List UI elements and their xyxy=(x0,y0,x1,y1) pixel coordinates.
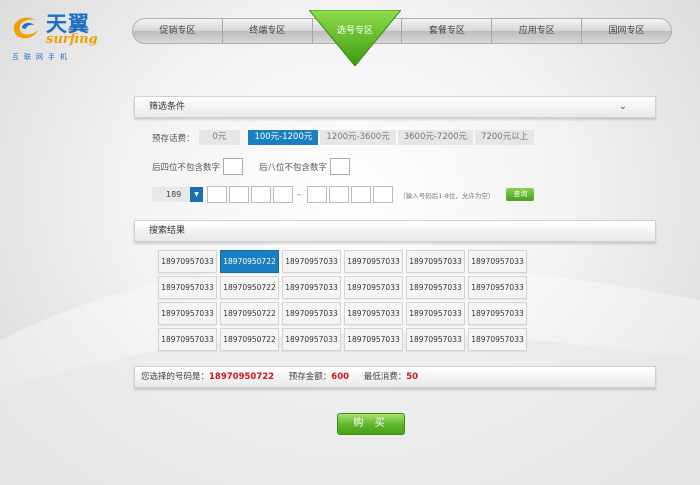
digit-input-2[interactable] xyxy=(229,186,249,203)
number-cell[interactable]: 18970957033 xyxy=(406,276,465,299)
number-cell[interactable]: 18970957033 xyxy=(158,276,217,299)
deposit-value: 600 xyxy=(331,372,350,382)
separator-dash: – xyxy=(297,189,302,200)
number-pattern-row: 189 ▼ – （输入号码后1-8位，允许为空） 查询 xyxy=(152,186,535,203)
number-cell[interactable]: 18970957033 xyxy=(406,302,465,325)
number-cell[interactable]: 18970957033 xyxy=(344,302,403,325)
price-option-3[interactable]: 3600元-7200元 xyxy=(397,130,474,145)
last4-exclude-input[interactable] xyxy=(223,158,244,175)
digit-input-5[interactable] xyxy=(307,186,328,203)
number-cell[interactable]: 18970957033 xyxy=(282,328,341,351)
number-cell[interactable]: 18970957033 xyxy=(406,250,465,273)
chevron-down-icon[interactable]: ⌄ xyxy=(619,97,627,117)
input-hint: （输入号码后1-8位，允许为空） xyxy=(399,191,495,200)
number-cell[interactable]: 18970957033 xyxy=(344,250,403,273)
number-cell[interactable]: 18970957033 xyxy=(282,276,341,299)
min-spend-label: 最低消费： xyxy=(363,372,407,382)
price-option-2[interactable]: 1200元-3600元 xyxy=(320,130,396,145)
prefix-select[interactable]: 189 ▼ xyxy=(152,187,203,202)
number-cell[interactable]: 18970957033 xyxy=(468,302,527,325)
digit-input-7[interactable] xyxy=(351,186,372,203)
number-cell[interactable]: 18970957033 xyxy=(282,250,341,273)
price-label: 预存话费： xyxy=(152,133,195,144)
results-header: 搜索结果 xyxy=(134,220,656,242)
selection-summary: 您选择的号码是：18970950722 预存金额：600 最低消费：50 xyxy=(134,366,656,388)
nav-tab-promotions[interactable]: 促销专区 xyxy=(133,19,223,43)
number-cell[interactable]: 18970957033 xyxy=(468,250,527,273)
number-cell[interactable]: 18970957033 xyxy=(406,328,465,351)
price-option-0[interactable]: 0元 xyxy=(198,130,241,145)
number-cell[interactable]: 18970957033 xyxy=(158,328,217,351)
digit-input-6[interactable] xyxy=(329,186,350,203)
last8-label: 后八位不包含数字 xyxy=(259,162,328,173)
nav-tab-apps[interactable]: 应用专区 xyxy=(492,19,583,43)
number-cell[interactable]: 18970957033 xyxy=(158,250,217,273)
brand-logo[interactable]: 天翼 surfing 互联网手机 xyxy=(10,8,120,61)
nav-active-label[interactable]: 选号专区 xyxy=(309,18,401,44)
prefix-value: 189 xyxy=(152,187,190,202)
number-cell[interactable]: 18970950722 xyxy=(220,302,279,325)
nav-tab-devices[interactable]: 终端专区 xyxy=(223,19,313,43)
exclude-digits-row: 后四位不包含数字 后八位不包含数字 xyxy=(152,158,351,175)
nav-tab-national[interactable]: 国网专区 xyxy=(582,19,671,43)
triangle-down-icon[interactable]: ▼ xyxy=(190,187,203,202)
number-cell[interactable]: 18970950722 xyxy=(220,250,279,273)
number-cell[interactable]: 18970957033 xyxy=(158,302,217,325)
price-option-4[interactable]: 7200元以上 xyxy=(475,130,535,145)
number-cell[interactable]: 18970957033 xyxy=(344,328,403,351)
filter-title: 筛选条件 xyxy=(149,102,186,112)
nav-tab-plans[interactable]: 套餐专区 xyxy=(402,19,493,43)
price-option-1[interactable]: 100元-1200元 xyxy=(248,130,319,145)
number-cell[interactable]: 18970957033 xyxy=(282,302,341,325)
digit-input-1[interactable] xyxy=(207,186,227,203)
number-cell[interactable]: 18970950722 xyxy=(220,328,279,351)
number-cell[interactable]: 18970950722 xyxy=(220,276,279,299)
last8-exclude-input[interactable] xyxy=(330,158,351,175)
min-spend-value: 50 xyxy=(406,372,419,382)
number-cell[interactable]: 18970957033 xyxy=(344,276,403,299)
filter-header[interactable]: 筛选条件 ⌄ xyxy=(134,96,656,118)
buy-button[interactable]: 购 买 xyxy=(337,413,405,435)
digit-input-8[interactable] xyxy=(373,186,394,203)
number-grid: 18970957033 18970950722 18970957033 1897095… xyxy=(158,250,527,354)
selected-number: 18970950722 xyxy=(209,372,275,382)
deposit-label: 预存金额： xyxy=(288,372,332,382)
query-button[interactable]: 查询 xyxy=(506,188,535,201)
selected-number-label: 您选择的号码是： xyxy=(141,372,210,382)
main-nav: 促销专区 终端专区 套餐专区 应用专区 国网专区 xyxy=(132,18,672,44)
digit-input-4[interactable] xyxy=(273,186,293,203)
swirl-logo-icon xyxy=(13,17,38,39)
digit-input-3[interactable] xyxy=(251,186,271,203)
last4-label: 后四位不包含数字 xyxy=(152,162,221,173)
number-cell[interactable]: 18970957033 xyxy=(468,328,527,351)
price-filter-row: 预存话费： 0元 100元-1200元 1200元-3600元 3600元-72… xyxy=(152,130,536,145)
number-cell[interactable]: 18970957033 xyxy=(468,276,527,299)
results-title: 搜索结果 xyxy=(149,226,186,236)
brand-name-en: surfing xyxy=(46,32,98,47)
brand-tagline: 互联网手机 xyxy=(12,53,72,61)
